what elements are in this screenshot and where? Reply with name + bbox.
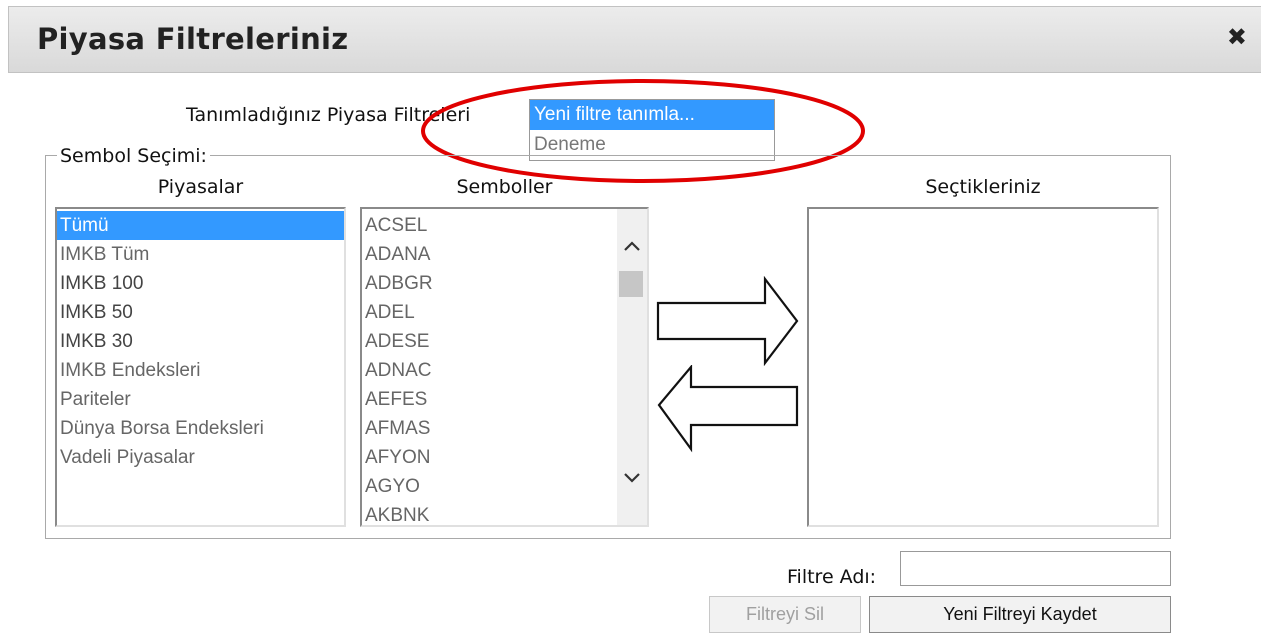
- symbol-item[interactable]: ADANA: [362, 240, 647, 269]
- selected-header: Seçtikleriniz: [925, 176, 1041, 198]
- symbol-item[interactable]: ACSEL: [362, 211, 647, 240]
- dialog-header: Piyasa Filtreleriniz ✖: [8, 6, 1261, 73]
- symbol-selection-legend: Sembol Seçimi:: [57, 145, 210, 167]
- symbols-header: Semboller: [456, 176, 553, 198]
- symbol-item[interactable]: AEFES: [362, 385, 647, 414]
- delete-filter-button[interactable]: Filtreyi Sil: [709, 596, 861, 633]
- market-item[interactable]: Tümü: [57, 211, 344, 240]
- market-item[interactable]: IMKB 100: [57, 269, 344, 298]
- market-item[interactable]: Vadeli Piyasalar: [57, 443, 344, 472]
- symbol-item[interactable]: ADESE: [362, 327, 647, 356]
- market-item[interactable]: Pariteler: [57, 385, 344, 414]
- symbols-listbox[interactable]: ACSEL ADANA ADBGR ADEL ADESE ADNAC AEFES…: [360, 207, 649, 527]
- filters-label: Tanımladığınız Piyasa Filtreleri: [186, 104, 471, 126]
- filter-name-label: Filtre Adı:: [787, 566, 877, 588]
- save-filter-button[interactable]: Yeni Filtreyi Kaydet: [869, 596, 1171, 633]
- scroll-up-icon[interactable]: [617, 237, 647, 255]
- arrow-right-icon[interactable]: [655, 276, 801, 366]
- market-item[interactable]: IMKB 30: [57, 327, 344, 356]
- symbols-scrollbar[interactable]: [617, 209, 647, 525]
- close-icon[interactable]: ✖: [1227, 25, 1247, 49]
- scroll-thumb[interactable]: [619, 271, 643, 297]
- markets-listbox[interactable]: Tümü IMKB Tüm IMKB 100 IMKB 50 IMKB 30 I…: [55, 207, 346, 527]
- filter-name-input[interactable]: [900, 551, 1171, 586]
- symbol-item[interactable]: ADBGR: [362, 269, 647, 298]
- market-item[interactable]: Dünya Borsa Endeksleri: [57, 414, 344, 443]
- market-item[interactable]: IMKB Tüm: [57, 240, 344, 269]
- market-item[interactable]: IMKB Endeksleri: [57, 356, 344, 385]
- symbol-item[interactable]: AGYO: [362, 472, 647, 501]
- market-item[interactable]: IMKB 50: [57, 298, 344, 327]
- filters-select[interactable]: Yeni filtre tanımla... Deneme: [529, 99, 775, 161]
- arrow-left-icon[interactable]: [655, 365, 801, 455]
- symbol-item[interactable]: AKBNK: [362, 501, 647, 525]
- symbol-item[interactable]: AFYON: [362, 443, 647, 472]
- symbol-item[interactable]: ADEL: [362, 298, 647, 327]
- markets-header: Piyasalar: [157, 176, 244, 198]
- symbol-item[interactable]: ADNAC: [362, 356, 647, 385]
- scroll-down-icon[interactable]: [617, 469, 647, 487]
- dialog-title: Piyasa Filtreleriniz: [37, 22, 349, 56]
- symbol-item[interactable]: AFMAS: [362, 414, 647, 443]
- selected-listbox[interactable]: [807, 207, 1159, 527]
- filter-option[interactable]: Yeni filtre tanımla...: [530, 100, 774, 130]
